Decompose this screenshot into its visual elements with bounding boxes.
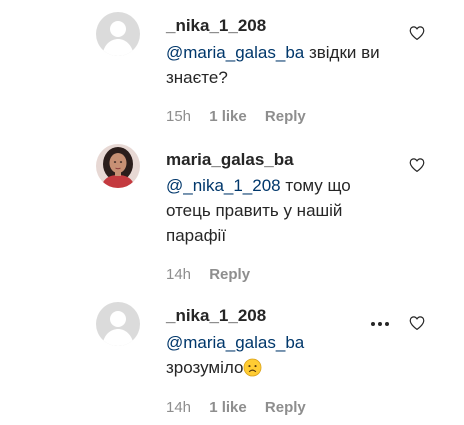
comment-time[interactable]: 14h (166, 399, 191, 416)
default-avatar-icon (96, 302, 140, 346)
profile-photo (96, 144, 140, 188)
comment-time[interactable]: 14h (166, 266, 191, 283)
mention-link[interactable]: @_nika_1_208 (166, 176, 281, 195)
likes-count[interactable]: 1 like (209, 108, 247, 125)
heart-icon[interactable] (408, 156, 426, 174)
avatar[interactable] (96, 12, 140, 56)
comment-meta: 15h 1 like Reply (166, 108, 320, 125)
comment-body: зрозуміло (166, 358, 244, 377)
avatar[interactable] (96, 302, 140, 346)
avatar[interactable] (96, 144, 140, 188)
comment-username[interactable]: maria_galas_ba (166, 150, 294, 170)
comment-username[interactable]: _nika_1_208 (166, 306, 266, 326)
comment-text: @maria_galas_ba зрозуміло (166, 330, 398, 380)
default-avatar-icon (96, 12, 140, 56)
heart-icon[interactable] (408, 24, 426, 42)
mention-link[interactable]: @maria_galas_ba (166, 333, 304, 352)
comment-meta: 14h 1 like Reply (166, 399, 320, 416)
comment-text: @_nika_1_208 тому що отець править у наш… (166, 173, 386, 248)
comment-time[interactable]: 15h (166, 108, 191, 125)
comment-meta: 14h Reply (166, 266, 264, 283)
reply-button[interactable]: Reply (209, 266, 250, 283)
more-options-icon[interactable] (370, 321, 390, 327)
comment-username[interactable]: _nika_1_208 (166, 16, 266, 36)
comment-text: @maria_galas_ba звідки ви знаєте? (166, 40, 398, 90)
reply-button[interactable]: Reply (265, 108, 306, 125)
likes-count[interactable]: 1 like (209, 399, 247, 416)
disappointed-face-emoji (244, 358, 262, 377)
heart-icon[interactable] (408, 314, 426, 332)
mention-link[interactable]: @maria_galas_ba (166, 43, 304, 62)
reply-button[interactable]: Reply (265, 399, 306, 416)
